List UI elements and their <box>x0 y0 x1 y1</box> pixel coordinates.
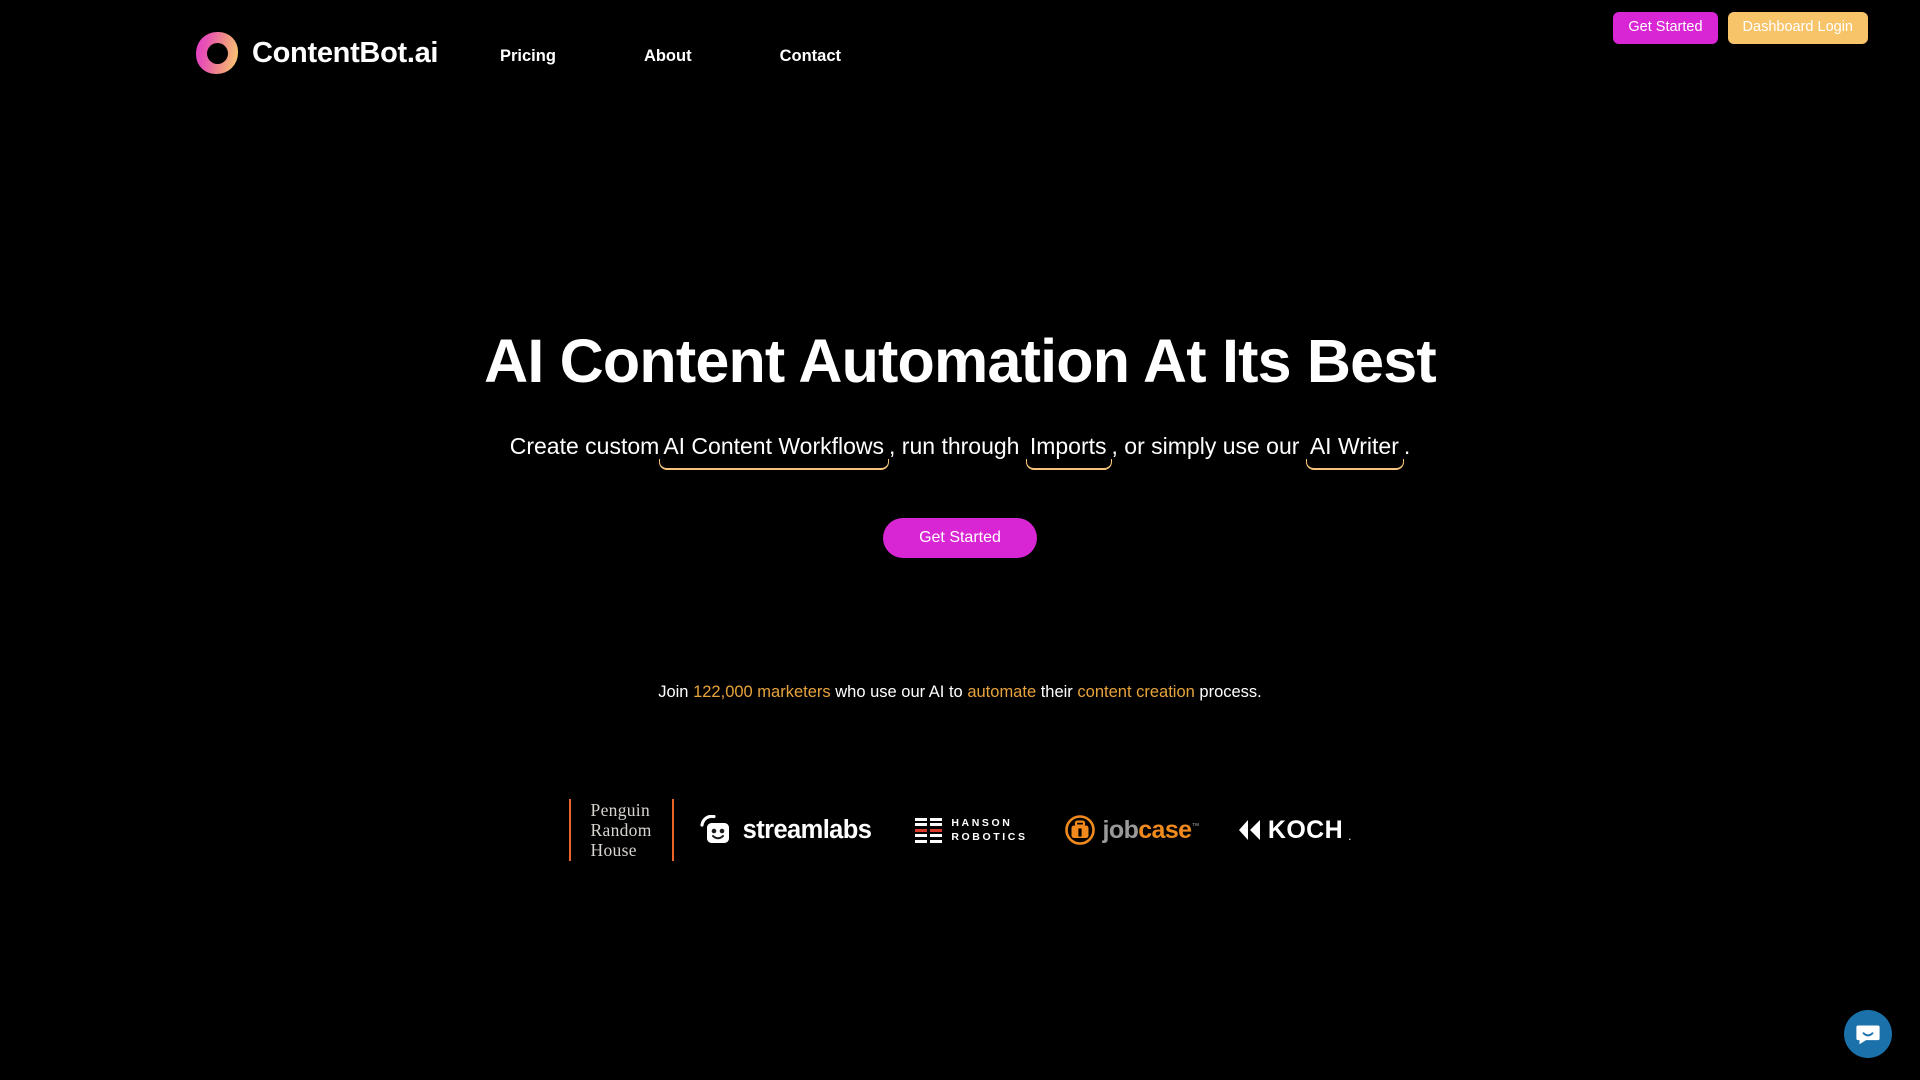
nav-item-pricing[interactable]: Pricing <box>500 47 556 66</box>
social-proof-middle-1: who use our AI to <box>830 683 968 701</box>
prh-line-1: Penguin <box>590 799 651 820</box>
streamlabs-icon <box>700 815 729 843</box>
link-ai-content-workflows[interactable]: AI Content Workflows <box>659 433 889 459</box>
jobcase-label: jobcase™ <box>1102 815 1200 845</box>
link-imports[interactable]: Imports <box>1026 433 1112 459</box>
nav-item-about[interactable]: About <box>644 47 692 66</box>
social-proof-suffix: process. <box>1194 683 1262 701</box>
logo-streamlabs: streamlabs <box>700 815 872 845</box>
contentbot-ring-logo-icon <box>196 32 238 74</box>
divider-right <box>671 799 674 861</box>
dashboard-login-button[interactable]: Dashboard Login <box>1727 12 1868 44</box>
streamlabs-label: streamlabs <box>742 815 872 844</box>
hero-get-started-button[interactable]: Get Started <box>883 518 1037 558</box>
subtitle-text-4: . <box>1403 433 1411 459</box>
social-proof-text: Join 122,000 marketers who use our AI to… <box>0 683 1920 702</box>
site-header: ContentBot.ai Pricing About Contact Get … <box>0 0 1920 100</box>
subtitle-text-2: , run through <box>889 433 1020 459</box>
subtitle-text-1: Create custom <box>509 433 660 459</box>
hanson-robotics-label: HANSON ROBOTICS <box>951 816 1027 844</box>
logo-koch: KOCH . <box>1237 815 1352 845</box>
social-proof-count: 122,000 marketers <box>693 683 831 701</box>
nav-item-contact[interactable]: Contact <box>780 47 841 66</box>
main-nav: Pricing About Contact <box>500 47 841 66</box>
chat-launcher-button[interactable] <box>1844 1010 1892 1058</box>
logo-jobcase: jobcase™ <box>1064 814 1200 846</box>
logo-hanson-robotics: HANSON ROBOTICS <box>915 816 1027 844</box>
social-proof-prefix: Join <box>658 683 694 701</box>
jobcase-word-case: case <box>1138 815 1192 844</box>
koch-label: KOCH <box>1267 815 1344 844</box>
logo-penguin-random-house: Penguin Random House <box>571 800 672 861</box>
jobcase-trademark: ™ <box>1191 821 1199 831</box>
brand-name: ContentBot.ai <box>252 36 439 69</box>
chat-bubble-icon <box>1856 1025 1880 1045</box>
social-proof-action: automate <box>967 683 1037 701</box>
header-actions: Get Started Dashboard Login <box>1613 12 1868 44</box>
hanson-robotics-icon <box>915 817 943 843</box>
koch-chevron-icon <box>1238 820 1260 840</box>
link-ai-writer[interactable]: AI Writer <box>1306 433 1404 459</box>
koch-period: . <box>1348 828 1352 843</box>
social-proof-topic: content creation <box>1077 683 1195 701</box>
hanson-line-1: HANSON <box>951 816 1013 829</box>
prh-line-2: Random <box>590 819 652 840</box>
subtitle-text-3: , or simply use our <box>1111 433 1300 459</box>
hero-subtitle: Create custom AI Content Workflows, run t… <box>0 432 1920 462</box>
social-proof-middle-2: their <box>1036 683 1078 701</box>
client-logo-strip: Penguin Random House streamlabs HANSON R… <box>0 790 1920 870</box>
jobcase-word-job: job <box>1102 815 1139 844</box>
brand-logo[interactable]: ContentBot.ai <box>196 32 438 74</box>
header-get-started-button[interactable]: Get Started <box>1613 12 1718 44</box>
hanson-line-2: ROBOTICS <box>951 831 1028 843</box>
page-title: AI Content Automation At Its Best <box>484 327 1437 395</box>
jobcase-briefcase-icon <box>1064 815 1095 845</box>
prh-line-3: House <box>590 840 637 861</box>
